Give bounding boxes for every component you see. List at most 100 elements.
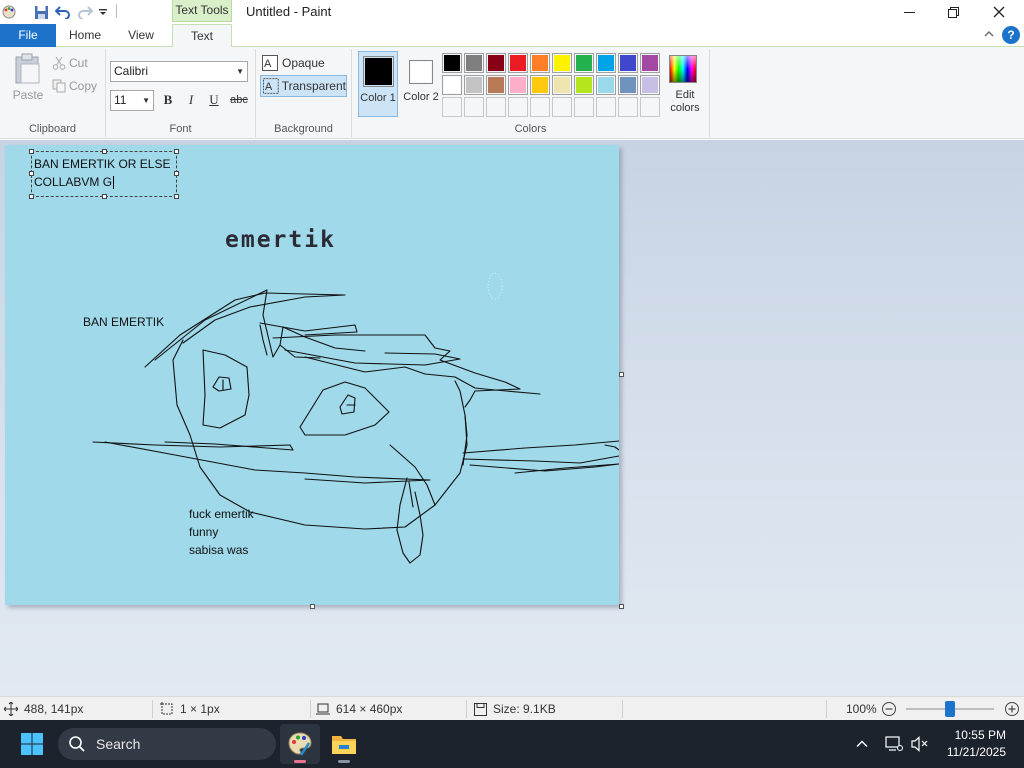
- palette-color-swatch[interactable]: [508, 75, 528, 95]
- palette-color-swatch[interactable]: [552, 75, 572, 95]
- copy-label: Copy: [69, 79, 98, 93]
- strikethrough-button[interactable]: abc: [227, 90, 251, 110]
- tab-view[interactable]: View: [118, 24, 164, 47]
- palette-color-swatch[interactable]: [574, 53, 594, 73]
- palette-color-swatch[interactable]: [640, 53, 660, 73]
- palette-color-swatch[interactable]: [530, 53, 550, 73]
- palette-color-swatch[interactable]: [596, 53, 616, 73]
- palette-color-swatch[interactable]: [508, 53, 528, 73]
- status-separator: [622, 700, 623, 718]
- window-title: Untitled - Paint: [246, 4, 332, 19]
- disk-icon: [474, 702, 487, 716]
- palette-color-swatch[interactable]: [486, 75, 506, 95]
- custom-color-slot[interactable]: [640, 97, 660, 117]
- volume-button[interactable]: [908, 732, 932, 756]
- custom-color-slot[interactable]: [596, 97, 616, 117]
- paint-app-icon[interactable]: [0, 3, 18, 21]
- undo-icon[interactable]: [54, 3, 72, 21]
- cut-button[interactable]: Cut: [52, 54, 88, 72]
- color1-button[interactable]: Color 1: [358, 51, 398, 117]
- custom-color-slot[interactable]: [442, 97, 462, 117]
- edit-colors-button[interactable]: Edit colors: [664, 51, 706, 117]
- palette-color-swatch[interactable]: [442, 53, 462, 73]
- canvas-resize-handle-right[interactable]: [619, 372, 624, 377]
- custom-color-slot[interactable]: [618, 97, 638, 117]
- canvas-size-text: 614 × 460px: [336, 702, 403, 716]
- resize-handle[interactable]: [29, 194, 34, 199]
- drawing-canvas[interactable]: emertik BAN EMERTIK fuck emertik funny s…: [5, 145, 619, 605]
- redo-icon[interactable]: [76, 3, 94, 21]
- palette-color-swatch[interactable]: [618, 75, 638, 95]
- customize-toolbar-icon[interactable]: [94, 3, 112, 21]
- resize-handle[interactable]: [174, 149, 179, 154]
- tab-file[interactable]: File: [0, 24, 56, 47]
- active-text-box[interactable]: BAN EMERTIK OR ELSE COLLABVM G: [29, 149, 179, 199]
- zoom-slider-thumb[interactable]: [945, 701, 955, 717]
- canvas-resize-handle-corner[interactable]: [619, 604, 624, 609]
- palette-color-swatch[interactable]: [464, 53, 484, 73]
- color2-button[interactable]: Color 2: [402, 51, 440, 117]
- zoom-slider[interactable]: [906, 701, 994, 717]
- palette-color-swatch[interactable]: [552, 53, 572, 73]
- help-button[interactable]: ?: [1002, 26, 1020, 44]
- palette-color-swatch[interactable]: [640, 75, 660, 95]
- palette-color-swatch[interactable]: [596, 75, 616, 95]
- start-button[interactable]: [12, 724, 52, 764]
- canvas-resize-handle-bottom[interactable]: [310, 604, 315, 609]
- zoom-in-button[interactable]: [1003, 700, 1021, 718]
- hair-stroke: [259, 322, 358, 336]
- resize-handle[interactable]: [102, 149, 107, 154]
- zoom-out-button[interactable]: [880, 700, 898, 718]
- italic-button[interactable]: I: [181, 90, 201, 110]
- copy-button[interactable]: Copy: [52, 77, 97, 95]
- opaque-label: Opaque: [282, 56, 325, 70]
- status-separator: [310, 700, 311, 718]
- custom-color-slot[interactable]: [486, 97, 506, 117]
- bold-button[interactable]: B: [158, 90, 178, 110]
- font-family-value: Calibri: [114, 64, 149, 78]
- custom-color-slot[interactable]: [508, 97, 528, 117]
- resize-handle[interactable]: [174, 171, 179, 176]
- color-palette: [442, 53, 664, 121]
- chevron-up-icon: [984, 31, 994, 37]
- custom-color-slot[interactable]: [464, 97, 484, 117]
- font-family-select[interactable]: Calibri ▼: [110, 61, 248, 82]
- resize-handle[interactable]: [102, 194, 107, 199]
- resize-handle[interactable]: [174, 194, 179, 199]
- font-group-label: Font: [169, 123, 192, 135]
- resize-handle[interactable]: [29, 149, 34, 154]
- speaker-muted-icon: [911, 736, 928, 752]
- palette-color-swatch[interactable]: [464, 75, 484, 95]
- quick-access-separator: [116, 4, 117, 18]
- underline-button[interactable]: U: [204, 90, 224, 110]
- custom-color-slot[interactable]: [574, 97, 594, 117]
- palette-color-swatch[interactable]: [486, 53, 506, 73]
- hair-stroke: [272, 334, 521, 408]
- taskbar-paint-app[interactable]: [280, 724, 320, 764]
- palette-color-swatch[interactable]: [530, 75, 550, 95]
- save-icon[interactable]: [32, 3, 50, 21]
- custom-color-slot[interactable]: [530, 97, 550, 117]
- palette-color-swatch[interactable]: [574, 75, 594, 95]
- taskbar-search[interactable]: Search: [58, 728, 276, 760]
- tab-text[interactable]: Text: [172, 24, 232, 48]
- system-clock[interactable]: 10:55 PM 11/21/2025: [947, 727, 1006, 761]
- resize-handle[interactable]: [29, 171, 34, 176]
- transparent-button[interactable]: A Transparent: [260, 75, 347, 97]
- opaque-button[interactable]: A Opaque: [262, 53, 325, 73]
- palette-color-swatch[interactable]: [618, 53, 638, 73]
- zoom-level: 100%: [846, 702, 877, 716]
- restore-button[interactable]: [930, 0, 976, 24]
- collapse-ribbon-button[interactable]: [982, 27, 996, 41]
- taskbar-file-explorer[interactable]: [324, 724, 364, 764]
- minimize-button[interactable]: [886, 0, 932, 24]
- show-hidden-icons-button[interactable]: [850, 732, 874, 756]
- title-bar: Text Tools Untitled - Paint: [0, 0, 1024, 24]
- network-button[interactable]: [882, 732, 906, 756]
- palette-color-swatch[interactable]: [442, 75, 462, 95]
- custom-color-slot[interactable]: [552, 97, 572, 117]
- tab-home[interactable]: Home: [62, 24, 108, 47]
- font-size-select[interactable]: 11 ▼: [110, 90, 154, 111]
- paste-button[interactable]: Paste: [8, 53, 48, 109]
- close-button[interactable]: [976, 0, 1022, 24]
